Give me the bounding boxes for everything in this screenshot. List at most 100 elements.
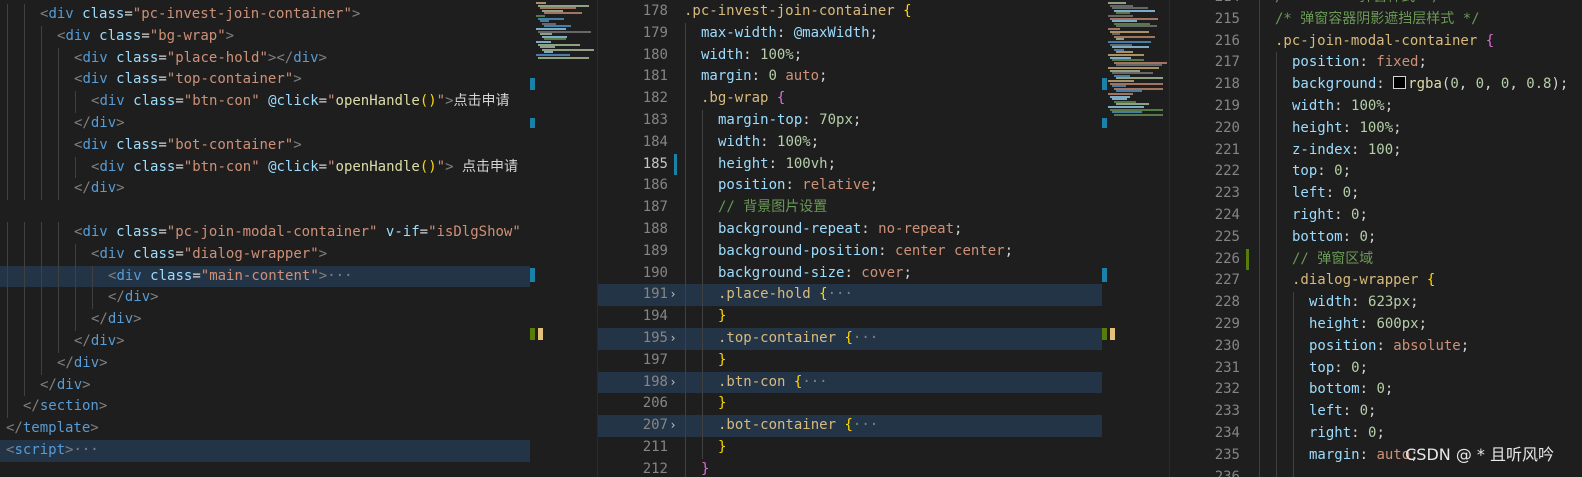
indent-guide <box>58 47 59 70</box>
indent-guide <box>1276 401 1277 423</box>
code-line[interactable]: 181 margin: 0 auto; <box>598 66 1102 89</box>
code-line[interactable]: 212} <box>598 458 1102 477</box>
code-line[interactable]: 230 position: absolute; <box>1170 335 1582 358</box>
indent-guide <box>58 156 59 179</box>
code-text: width: 100%; <box>1292 97 1394 114</box>
code-line[interactable]: </div> <box>0 352 530 375</box>
line-number: 224 <box>1214 206 1240 223</box>
code-line[interactable]: 178 .pc-invest-join-container { <box>598 1 1102 23</box>
indent-guide <box>1259 226 1260 249</box>
code-line[interactable]: 211} <box>598 436 1102 459</box>
line-number: 184 <box>642 133 668 150</box>
code-line[interactable]: 190 background-size: cover; <box>598 262 1102 285</box>
code-line[interactable]: 226 // 弹窗区域 <box>1170 248 1582 271</box>
line-number: 188 <box>642 220 668 237</box>
indent-guide <box>685 393 686 416</box>
indent-guide <box>702 131 703 154</box>
code-line[interactable]: 233 left: 0; <box>1170 401 1582 423</box>
code-line[interactable]: 231 top: 0; <box>1170 357 1582 380</box>
code-line[interactable]: </div> <box>0 112 530 135</box>
code-line[interactable]: 223 left: 0; <box>1170 183 1582 205</box>
code-line[interactable]: </div> <box>0 287 530 310</box>
code-line[interactable]: <div class="bg-wrap"> <box>0 25 530 48</box>
indent-guide <box>1293 444 1294 467</box>
fold-chevron-icon[interactable]: › <box>666 415 680 437</box>
code-line[interactable]: 225 bottom: 0; <box>1170 226 1582 249</box>
code-line[interactable]: <div class="pc-invest-join-container"> <box>0 4 530 26</box>
code-line[interactable]: 180 width: 100%; <box>598 44 1102 67</box>
code-line[interactable]: 195 › .top-container {··· <box>598 327 1102 350</box>
code-line[interactable]: 221 z-index: 100; <box>1170 139 1582 162</box>
code-line[interactable]: 194} <box>598 306 1102 328</box>
code-line[interactable]: 191 › .place-hold {··· <box>598 284 1102 307</box>
code-line[interactable]: 214 /* ······ 弹窗样式 */ <box>1170 0 1582 9</box>
fold-chevron-icon[interactable]: › <box>666 372 680 394</box>
code-line[interactable]: 184 width: 100%; <box>598 131 1102 154</box>
minimap-change-marker <box>1102 268 1107 282</box>
git-change-marker <box>674 153 677 176</box>
indent-guide <box>685 88 686 110</box>
code-text: .bot-container {··· <box>718 417 879 434</box>
editor-pane-styles-2[interactable]: 214 /* ······ 弹窗样式 */ 215 /* 弹窗容器阴影遮挡层样式 */… <box>1170 0 1582 477</box>
code-line[interactable]: 216 .pc-join-modal-container { <box>1170 30 1582 53</box>
code-line[interactable]: 197} <box>598 349 1102 372</box>
code-line[interactable]: 220 height: 100%; <box>1170 117 1582 140</box>
code-line[interactable]: </section> <box>0 396 530 419</box>
indent-guide <box>24 221 25 244</box>
code-line[interactable]: </template> <box>0 418 530 440</box>
code-line[interactable]: 227 .dialog-wrapper { <box>1170 270 1582 293</box>
code-line[interactable]: <div class="place-hold"></div> <box>0 47 530 70</box>
code-line[interactable]: 183 margin-top: 70px; <box>598 109 1102 132</box>
editor-pane-styles-1[interactable]: 178 .pc-invest-join-container {179 max-wid… <box>598 0 1102 477</box>
line-number: 230 <box>1214 337 1240 354</box>
code-line[interactable]: 217 position: fixed; <box>1170 52 1582 75</box>
fold-chevron-icon[interactable]: › <box>666 284 680 306</box>
code-text: right: 0; <box>1309 424 1385 441</box>
code-line[interactable]: </div> <box>0 178 530 201</box>
code-line[interactable]: 215 /* 弹窗容器阴影遮挡层样式 */ <box>1170 8 1582 31</box>
indent-guide <box>1259 357 1260 380</box>
code-line[interactable]: 219 width: 100%; <box>1170 95 1582 118</box>
code-line[interactable]: <div class="main-content">··· <box>0 265 530 288</box>
code-line[interactable]: 207 › .bot-container {··· <box>598 415 1102 437</box>
code-line[interactable]: 187 // 背景图片设置 <box>598 197 1102 219</box>
code-line[interactable]: <div class="btn-con" @click="openHandle(… <box>0 91 530 113</box>
fold-chevron-icon[interactable]: › <box>666 328 680 350</box>
code-line[interactable]: 189 background-position: center center; <box>598 240 1102 263</box>
code-line[interactable]: </div> <box>0 330 530 353</box>
code-line[interactable]: </div> <box>0 309 530 331</box>
indent-guide <box>1259 117 1260 140</box>
code-line[interactable]: <div class="btn-con" @click="openHandle(… <box>0 156 530 179</box>
code-line[interactable]: 232 bottom: 0; <box>1170 379 1582 402</box>
watermark: CSDN @ * 且听风吟 <box>1405 445 1554 464</box>
code-line[interactable]: 206} <box>598 393 1102 416</box>
code-line[interactable]: <div class="pc-join-modal-container" v-i… <box>0 221 530 244</box>
code-text: left: 0; <box>1292 185 1360 202</box>
code-line[interactable]: <div class="top-container"> <box>0 69 530 92</box>
code-line[interactable]: 229 height: 600px; <box>1170 313 1582 336</box>
code-line[interactable]: 236 <box>1170 466 1582 477</box>
code-line[interactable]: </div> <box>0 374 530 397</box>
code-line[interactable]: <script>··· <box>0 439 530 462</box>
code-line[interactable]: 186 position: relative; <box>598 175 1102 198</box>
code-line[interactable]: 218 background: rgba(0, 0, 0, 0.8); <box>1170 74 1582 96</box>
code-line[interactable]: 228 width: 623px; <box>1170 292 1582 314</box>
color-swatch-icon[interactable] <box>1393 76 1407 90</box>
indent-guide <box>1293 422 1294 445</box>
code-line[interactable]: 179 max-width: @maxWidth; <box>598 22 1102 45</box>
code-line[interactable]: 182 .bg-wrap { <box>598 88 1102 110</box>
editor-pane-template[interactable]: <div class="pc-invest-join-container"> <d… <box>0 0 530 477</box>
code-line[interactable]: 224 right: 0; <box>1170 204 1582 227</box>
code-line[interactable]: 198 › .btn-con {··· <box>598 371 1102 394</box>
indent-guide <box>1259 183 1260 205</box>
code-line[interactable]: <div class="dialog-wrapper"> <box>0 243 530 266</box>
minimap-middle[interactable] <box>1102 0 1170 477</box>
indent-guide <box>1259 0 1260 9</box>
minimap-left[interactable] <box>530 0 598 477</box>
code-line[interactable]: 185 height: 100vh; <box>598 153 1102 176</box>
code-line[interactable]: 188 background-repeat: no-repeat; <box>598 218 1102 241</box>
code-line[interactable]: <div class="bot-container"> <box>0 134 530 157</box>
code-line[interactable] <box>0 200 530 222</box>
indent-guide <box>1276 270 1277 293</box>
code-line[interactable]: 222 top: 0; <box>1170 161 1582 184</box>
